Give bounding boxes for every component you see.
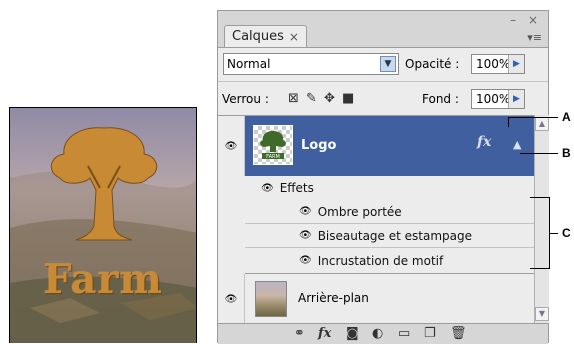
new-group-icon[interactable]: ▭ [398,326,410,341]
lock-move-icon[interactable]: ✥ [324,91,335,106]
layer-row-logo[interactable]: 👁 FARM Logo fx ▲ [218,116,534,176]
effect-label: Ombre portée [317,204,402,219]
blend-mode-select[interactable]: Normal ▼ [223,53,399,75]
scroll-down-icon[interactable]: ▼ [535,307,549,321]
link-layers-icon[interactable]: ⚭ [294,326,305,341]
preview-word: Farm [43,256,163,303]
layer-style-icon[interactable]: fx [318,326,331,341]
layer-list: 👁 FARM Logo fx ▲ 👁 Effets 👁 Ombre portée… [218,115,534,324]
callout-line-b [520,153,558,154]
eye-icon[interactable]: 👁 [299,206,312,217]
new-layer-icon[interactable]: ❐ [424,326,436,341]
opacity-value: 100% [476,57,511,71]
opacity-slider-icon[interactable]: ▶ [508,55,524,73]
expand-effects-icon[interactable]: ▲ [513,138,521,151]
eye-icon[interactable]: 👁 [261,183,274,194]
scroll-up-icon[interactable]: ▲ [535,117,549,131]
lock-paint-icon[interactable]: ✎ [306,91,317,106]
lock-all-icon[interactable]: ■ [342,91,354,106]
lock-row: Verrou : ⊠ ✎ ✥ ■ Fond : 100% ▶ [218,81,548,115]
tree-thumbnail-icon: FARM [260,131,286,160]
effects-header[interactable]: 👁 Effets [245,176,534,200]
effect-item[interactable]: 👁 Incrustation de motif [245,248,534,274]
canvas-preview: Farm [9,107,197,343]
eye-icon[interactable]: 👁 [225,141,238,152]
eye-icon[interactable]: 👁 [299,230,312,241]
fill-slider-icon[interactable]: ▶ [508,90,524,108]
effect-item[interactable]: 👁 Biseautage et estampage [245,224,534,248]
layers-panel: – × Calques × ▾≡ Normal ▼ Opacité : 100%… [217,10,549,344]
fill-label: Fond : [422,92,459,106]
close-icon[interactable]: × [289,30,299,44]
layer-thumbnail-logo: FARM [253,125,293,165]
callout-bracket-bottom [530,268,550,269]
effect-label: Incrustation de motif [317,253,444,268]
visibility-toggle[interactable]: 👁 [218,116,245,176]
layer-name-background[interactable]: Arrière-plan [298,291,369,305]
eye-icon[interactable]: 👁 [225,294,238,305]
callout-b: B [562,146,571,160]
fx-badge-icon[interactable]: fx [477,134,491,150]
layer-thumbnail-background [255,281,287,317]
effect-label: Biseautage et estampage [317,228,472,243]
blend-mode-value: Normal [227,57,271,71]
opacity-label: Opacité : [405,57,460,71]
window-controls[interactable]: – × [510,13,542,27]
lock-transparency-icon[interactable]: ⊠ [288,91,299,106]
callout-line-a-tick [508,117,509,127]
trash-icon[interactable]: 🗑 [450,326,467,341]
callout-line-a [508,117,558,118]
tab-layers[interactable]: Calques × [224,25,307,47]
blend-row: Normal ▼ Opacité : 100% ▶ [218,47,548,81]
farm-landscape-image [10,108,196,343]
scrollbar[interactable]: ▲ ▼ [534,115,549,323]
eye-icon[interactable]: 👁 [299,255,312,266]
visibility-toggle[interactable]: 👁 [218,274,245,324]
fill-value: 100% [476,92,511,106]
callout-bracket-top [530,197,550,198]
fill-field[interactable]: 100% ▶ [471,89,525,109]
effects-label: Effets [279,181,314,195]
layer-row-background[interactable]: 👁 Arrière-plan [218,274,534,324]
callout-line-c [550,233,558,234]
opacity-field[interactable]: 100% ▶ [471,54,525,74]
chevron-down-icon[interactable]: ▼ [380,56,396,72]
add-mask-icon[interactable]: ◙ [346,326,359,341]
callout-a: A [562,110,571,124]
panel-menu-icon[interactable]: ▾≡ [527,31,542,44]
layer-name-logo[interactable]: Logo [301,138,336,153]
thumb-text: FARM [266,154,280,160]
layer-selected-logo[interactable]: FARM Logo fx ▲ [245,116,534,176]
lock-label: Verrou : [222,92,269,106]
callout-c: C [562,226,571,240]
layers-toolbar: ⚭ fx ◙ ◐ ▭ ❐ 🗑 [218,323,548,344]
effect-item[interactable]: 👁 Ombre portée [245,200,534,224]
adjustment-layer-icon[interactable]: ◐ [372,326,383,341]
tab-label: Calques [232,29,284,44]
